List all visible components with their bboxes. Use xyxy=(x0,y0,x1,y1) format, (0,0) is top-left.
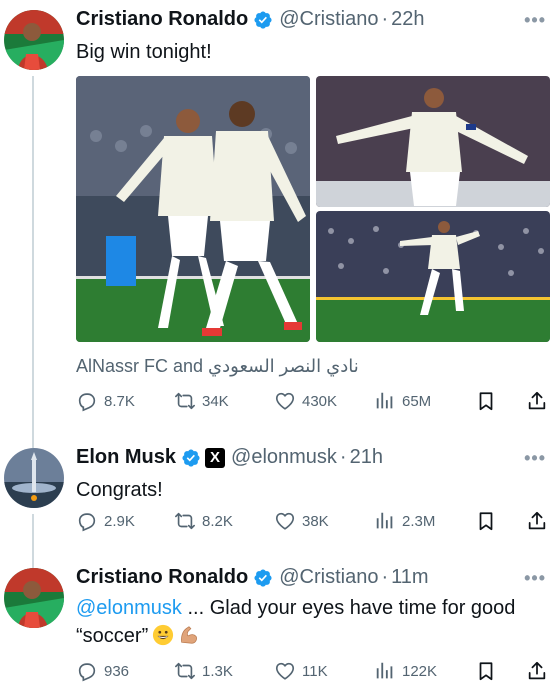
tweet-header: Cristiano Ronaldo @Cristiano · 11m xyxy=(76,566,429,589)
avatar[interactable] xyxy=(4,10,64,70)
tweet-3[interactable]: Cristiano Ronaldo @Cristiano · 11m ••• @… xyxy=(0,560,560,689)
retweet-button[interactable]: 8.2K xyxy=(174,510,233,532)
verified-badge-icon xyxy=(181,448,201,468)
retweet-count: 34K xyxy=(202,392,229,410)
reply-button[interactable]: 2.9K xyxy=(76,510,135,532)
more-options-icon[interactable]: ••• xyxy=(524,568,546,589)
bookmark-icon xyxy=(475,660,497,682)
author-name[interactable]: Cristiano Ronaldo xyxy=(76,8,248,31)
photo-stadium-run[interactable] xyxy=(316,211,550,342)
like-button[interactable]: 38K xyxy=(274,510,329,532)
tweet-2[interactable]: Elon Musk X @elonmusk · 21h ••• Congrats… xyxy=(0,440,560,572)
share-button[interactable] xyxy=(526,510,548,532)
author-name[interactable]: Elon Musk xyxy=(76,446,176,469)
bookmark-button[interactable] xyxy=(475,510,497,532)
heart-icon xyxy=(274,660,296,682)
views-icon xyxy=(374,660,396,682)
celebration-photo-icon xyxy=(76,76,310,342)
reply-count: 2.9K xyxy=(104,512,135,530)
share-icon xyxy=(526,510,548,532)
retweet-icon xyxy=(174,510,196,532)
photo-celebration[interactable] xyxy=(76,76,310,342)
views-button[interactable]: 2.3M xyxy=(374,510,435,532)
dot-separator: · xyxy=(381,566,389,588)
timestamp[interactable]: 11m xyxy=(391,566,428,589)
reply-button[interactable]: 8.7K xyxy=(76,390,135,412)
action-bar: 8.7K 34K 430K 65M xyxy=(76,390,550,414)
like-button[interactable]: 430K xyxy=(274,390,337,412)
action-bar: 2.9K 8.2K 38K 2.3M xyxy=(76,510,550,534)
bookmark-button[interactable] xyxy=(475,660,497,682)
media-grid xyxy=(76,76,550,342)
retweet-button[interactable]: 1.3K xyxy=(174,660,233,682)
verified-badge-icon xyxy=(253,10,273,30)
view-count: 122K xyxy=(402,662,438,680)
retweet-button[interactable]: 34K xyxy=(174,390,229,412)
avatar[interactable] xyxy=(4,568,64,628)
reply-count: 936 xyxy=(104,662,130,680)
author-handle[interactable]: @Cristiano xyxy=(279,8,378,31)
share-button[interactable] xyxy=(526,390,548,412)
retweet-icon xyxy=(174,660,196,682)
bookmark-icon xyxy=(475,390,497,412)
like-count: 38K xyxy=(302,512,329,530)
timestamp[interactable]: 21h xyxy=(350,446,383,469)
view-count: 2.3M xyxy=(402,512,436,530)
dot-separator: · xyxy=(339,446,347,468)
player-avatar-icon xyxy=(4,10,64,70)
retweet-icon xyxy=(174,390,196,412)
reply-count: 8.7K xyxy=(104,392,135,410)
x-affiliate-badge-icon: X xyxy=(205,447,226,468)
tweet-header: Elon Musk X @elonmusk · 21h xyxy=(76,446,383,469)
retweet-count: 8.2K xyxy=(202,512,233,530)
tweet-text-line2: “soccer” xyxy=(76,625,149,647)
tweet-text-line1: ... Glad your eyes have time for good xyxy=(181,597,516,619)
reply-button[interactable]: 936 xyxy=(76,660,129,682)
like-count: 11K xyxy=(302,662,328,680)
tweet-text: Big win tonight! xyxy=(76,41,212,63)
mention-link[interactable]: @elonmusk xyxy=(76,597,182,619)
author-name[interactable]: Cristiano Ronaldo xyxy=(76,566,248,589)
flexed-biceps-emoji xyxy=(178,624,200,646)
reply-icon xyxy=(76,390,98,412)
tweet-text: Congrats! xyxy=(76,479,163,501)
share-icon xyxy=(526,660,548,682)
dot-separator: · xyxy=(381,8,389,30)
player-avatar-icon xyxy=(4,568,64,628)
views-button[interactable]: 122K xyxy=(374,660,437,682)
more-options-icon[interactable]: ••• xyxy=(524,10,546,31)
view-count: 65M xyxy=(402,392,432,410)
arms-spread-photo-icon xyxy=(316,76,550,207)
photo-arms-spread[interactable] xyxy=(316,76,550,207)
tweet-header: Cristiano Ronaldo @Cristiano · 22h xyxy=(76,8,425,31)
heart-icon xyxy=(274,390,296,412)
reply-icon xyxy=(76,510,98,532)
tweet-text: @elonmusk ... Glad your eyes have time f… xyxy=(76,594,552,650)
tweet-1[interactable]: Cristiano Ronaldo @Cristiano · 22h ••• B… xyxy=(0,0,560,448)
reply-icon xyxy=(76,660,98,682)
author-handle[interactable]: @elonmusk xyxy=(231,446,337,469)
share-button[interactable] xyxy=(526,660,548,682)
like-count: 430K xyxy=(302,392,338,410)
action-bar: 936 1.3K 11K 122K xyxy=(76,660,550,684)
more-options-icon[interactable]: ••• xyxy=(524,448,546,469)
views-icon xyxy=(374,390,396,412)
bookmark-button[interactable] xyxy=(475,390,497,412)
avatar[interactable] xyxy=(4,448,64,508)
author-handle[interactable]: @Cristiano xyxy=(279,566,378,589)
retweet-count: 1.3K xyxy=(202,662,233,680)
like-button[interactable]: 11K xyxy=(274,660,328,682)
grinning-face-emoji xyxy=(152,624,174,646)
thread-line xyxy=(32,76,34,448)
timestamp[interactable]: 22h xyxy=(391,8,424,31)
verified-badge-icon xyxy=(253,568,273,588)
rocket-avatar-icon xyxy=(4,448,64,508)
heart-icon xyxy=(274,510,296,532)
views-button[interactable]: 65M xyxy=(374,390,431,412)
stadium-run-photo-icon xyxy=(316,211,550,342)
share-icon xyxy=(526,390,548,412)
tagged-accounts[interactable]: AlNassr FC and نادي النصر السعودي xyxy=(76,356,359,377)
views-icon xyxy=(374,510,396,532)
bookmark-icon xyxy=(475,510,497,532)
